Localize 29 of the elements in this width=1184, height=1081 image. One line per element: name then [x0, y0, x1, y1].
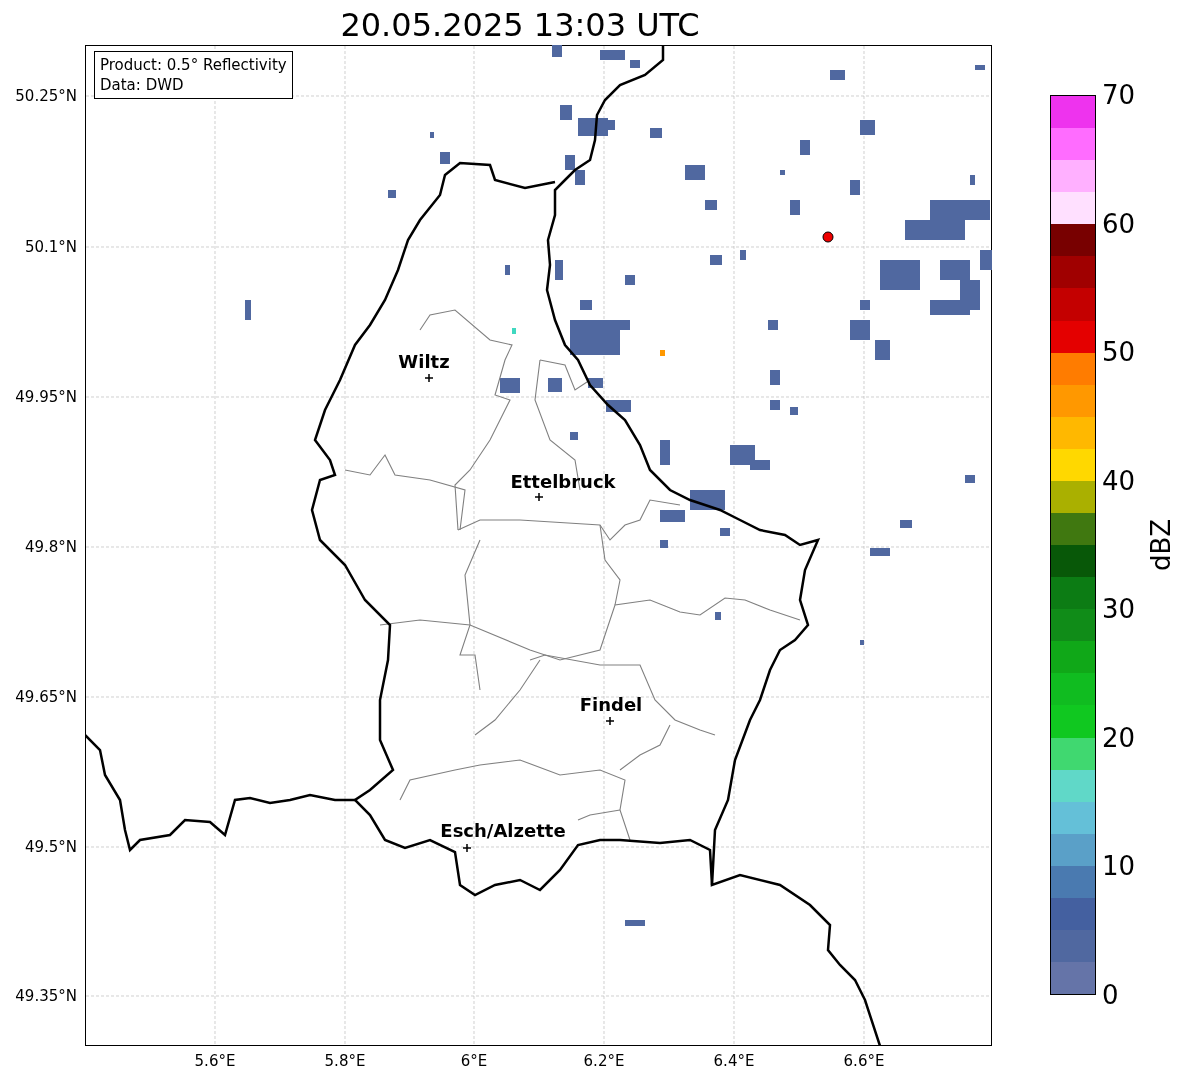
longitude-label: 6.4°E	[713, 1052, 755, 1070]
colorbar-tick-label: 70	[1102, 80, 1136, 110]
colorbar-tick-label: 60	[1102, 208, 1136, 239]
colorbar-tick-label: 20	[1102, 722, 1136, 753]
colorbar-label: dBZ	[1146, 517, 1176, 574]
latitude-label: 49.95°N	[15, 388, 77, 406]
longitude-label: 5.8°E	[324, 1052, 366, 1070]
longitude-label: 6.2°E	[583, 1052, 625, 1070]
latitude-label: 49.65°N	[15, 688, 77, 706]
latitude-label: 50.25°N	[15, 87, 77, 105]
legend-text: Product: 0.5° Reflectivity	[100, 55, 287, 75]
latitude-label: 49.5°N	[24, 838, 77, 856]
city-label: Esch/Alzette	[440, 820, 566, 841]
chart-title: 20.05.2025 13:03 UTC	[339, 5, 701, 45]
latitude-label: 50.1°N	[24, 238, 77, 256]
longitude-label: 6.6°E	[843, 1052, 885, 1070]
colorbar-tick-label: 50	[1102, 337, 1136, 368]
longitude-label: 6°E	[460, 1052, 488, 1070]
city-label: Findel	[579, 694, 643, 715]
city-label: Ettelbruck	[510, 471, 616, 492]
legend-text: Data: DWD	[100, 75, 185, 95]
latitude-label: 49.35°N	[15, 987, 77, 1005]
city-label: Wiltz	[398, 351, 450, 372]
colorbar-tick-label: 30	[1102, 594, 1136, 625]
colorbar-tick-label: 0	[1102, 980, 1119, 1010]
latitude-label: 49.8°N	[24, 538, 77, 556]
colorbar-tick-label: 10	[1102, 851, 1136, 882]
longitude-label: 5.6°E	[194, 1052, 236, 1070]
colorbar-tick-label: 40	[1102, 465, 1136, 496]
